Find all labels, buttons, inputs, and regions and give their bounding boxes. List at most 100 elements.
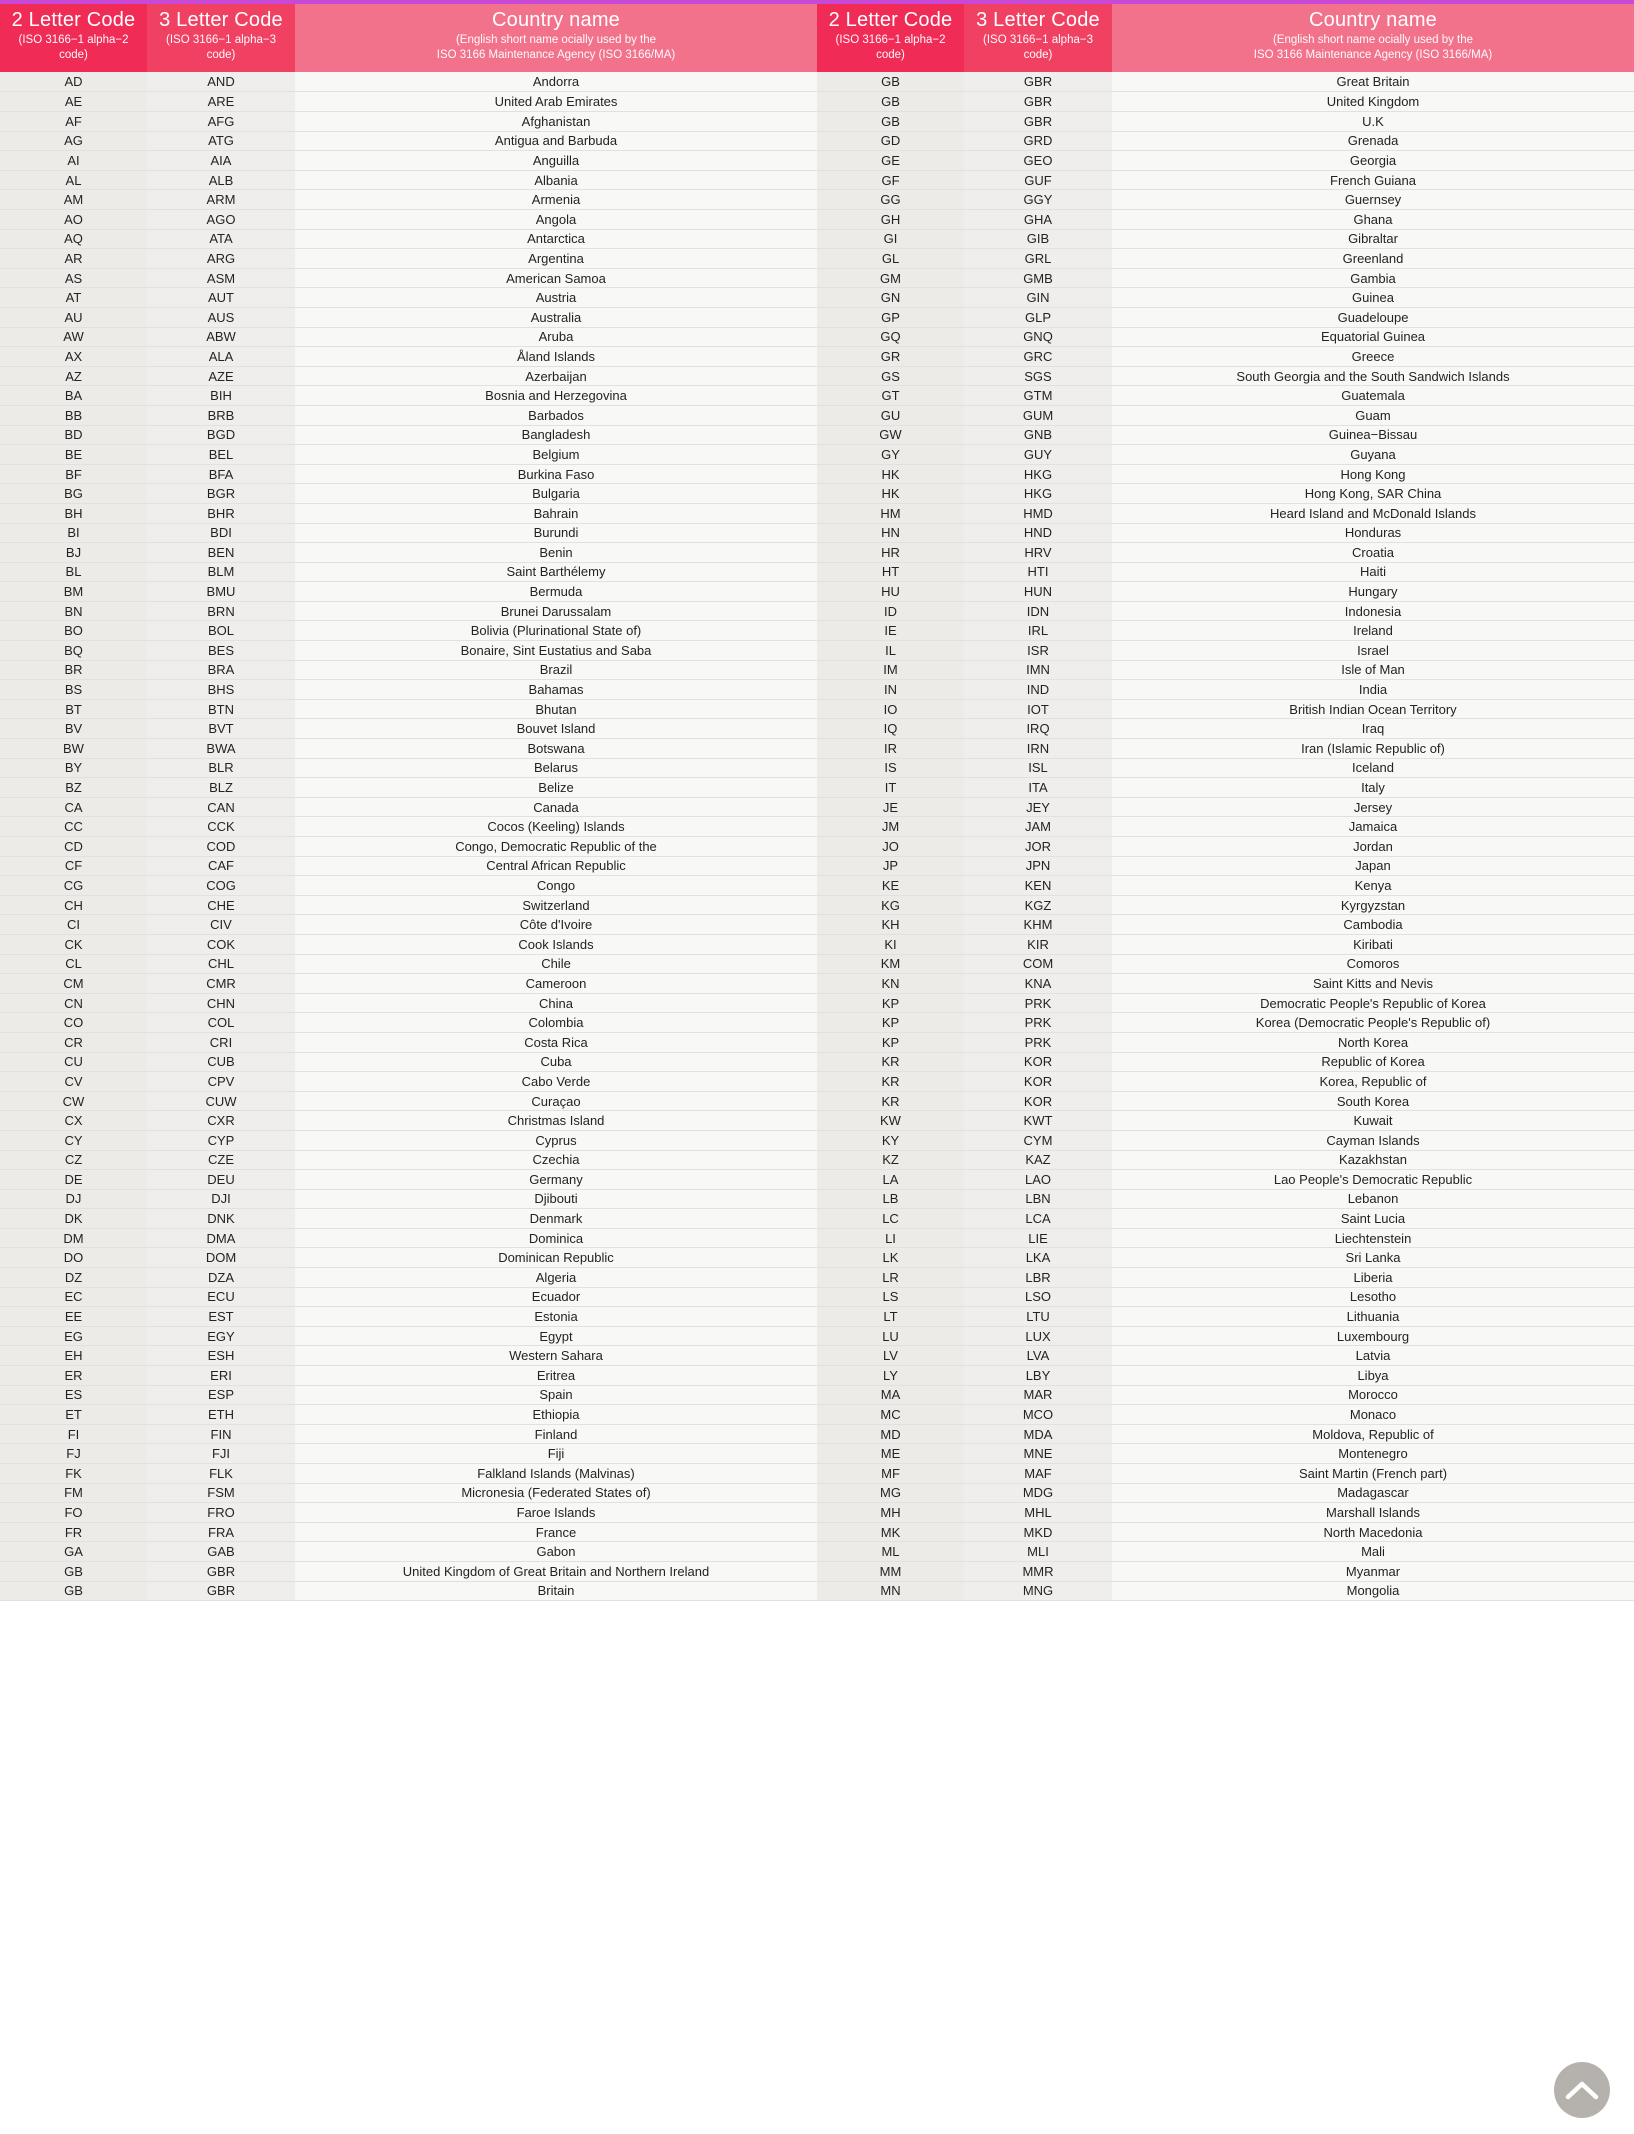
- cell-country-name: Bangladesh: [295, 425, 817, 446]
- cell-2-letter-code: FR: [0, 1522, 147, 1543]
- cell-3-letter-code: BGD: [147, 425, 295, 446]
- cell-2-letter-code: CW: [0, 1091, 147, 1112]
- cell-country-name: North Korea: [1112, 1032, 1634, 1053]
- cell-country-name: Western Sahara: [295, 1345, 817, 1367]
- table-row: LT LTU Lithuania: [817, 1306, 1634, 1327]
- cell-country-name: Aruba: [295, 327, 817, 348]
- header-3-letter-subtitle: (ISO 3166−1 alpha−3 code): [983, 34, 1093, 62]
- header-country-name: Country name (English short name ocially…: [1112, 4, 1634, 73]
- cell-2-letter-code: KN: [817, 973, 964, 994]
- cell-2-letter-code: MF: [817, 1463, 964, 1484]
- cell-country-name: Georgia: [1112, 150, 1634, 171]
- table-row: CH CHE Switzerland: [0, 895, 817, 916]
- cell-country-name: Benin: [295, 542, 817, 563]
- header-country-subtitle-line2: ISO 3166 Maintenance Agency (ISO 3166/MA…: [1253, 49, 1493, 62]
- cell-2-letter-code: BD: [0, 425, 147, 446]
- cell-2-letter-code: BN: [0, 601, 147, 622]
- table-row: GG GGY Guernsey: [817, 189, 1634, 210]
- cell-3-letter-code: GUM: [964, 405, 1112, 426]
- cell-3-letter-code: GRD: [964, 131, 1112, 152]
- cell-2-letter-code: HR: [817, 542, 964, 563]
- cell-2-letter-code: JP: [817, 856, 964, 877]
- header-country-title: Country name: [491, 9, 620, 31]
- cell-country-name: Belgium: [295, 444, 817, 465]
- cell-country-name: Saint Lucia: [1112, 1208, 1634, 1229]
- cell-country-name: Iraq: [1112, 718, 1634, 740]
- cell-2-letter-code: GS: [817, 366, 964, 387]
- cell-3-letter-code: KOR: [964, 1071, 1112, 1092]
- cell-country-name: Iran (Islamic Republic of): [1112, 738, 1634, 759]
- table-row: IL ISR Israel: [817, 640, 1634, 661]
- table-row: BW BWA Botswana: [0, 738, 817, 759]
- table-row: GB GBR United Kingdom: [817, 91, 1634, 113]
- table-row: FJ FJI Fiji: [0, 1443, 817, 1464]
- cell-country-name: Kazakhstan: [1112, 1150, 1634, 1171]
- cell-2-letter-code: AE: [0, 91, 147, 113]
- cell-country-name: Belize: [295, 777, 817, 798]
- table-row: DZ DZA Algeria: [0, 1267, 817, 1288]
- cell-3-letter-code: KHM: [964, 914, 1112, 935]
- table-row: HK HKG Hong Kong, SAR China: [817, 483, 1634, 504]
- cell-country-name: Cambodia: [1112, 914, 1634, 935]
- table-row: LC LCA Saint Lucia: [817, 1208, 1634, 1229]
- cell-2-letter-code: LK: [817, 1247, 964, 1269]
- cell-3-letter-code: AUT: [147, 287, 295, 308]
- table-row: LB LBN Lebanon: [817, 1189, 1634, 1210]
- cell-3-letter-code: FRO: [147, 1502, 295, 1523]
- cell-2-letter-code: KE: [817, 875, 964, 896]
- table-row: BG BGR Bulgaria: [0, 483, 817, 504]
- cell-3-letter-code: PRK: [964, 1012, 1112, 1033]
- table-row: GS SGS South Georgia and the South Sandwic…: [817, 366, 1634, 387]
- cell-2-letter-code: KP: [817, 1012, 964, 1033]
- table-row: IT ITA Italy: [817, 777, 1634, 798]
- table-row: KR KOR Republic of Korea: [817, 1052, 1634, 1073]
- cell-3-letter-code: MKD: [964, 1522, 1112, 1543]
- cell-3-letter-code: LCA: [964, 1208, 1112, 1229]
- cell-2-letter-code: BE: [0, 444, 147, 465]
- table-row: BO BOL Bolivia (Plurinational State of): [0, 620, 817, 642]
- cell-country-name: Congo, Democratic Republic of the: [295, 836, 817, 857]
- cell-country-name: Marshall Islands: [1112, 1502, 1634, 1523]
- cell-country-name: Guinea−Bissau: [1112, 425, 1634, 446]
- cell-country-name: Germany: [295, 1169, 817, 1190]
- table-row: CW CUW Curaçao: [0, 1091, 817, 1112]
- cell-3-letter-code: BEN: [147, 542, 295, 563]
- scroll-to-top-button[interactable]: [1554, 2062, 1610, 2118]
- cell-country-name: Bahamas: [295, 679, 817, 700]
- cell-2-letter-code: MN: [817, 1581, 964, 1602]
- cell-2-letter-code: GR: [817, 346, 964, 367]
- cell-3-letter-code: MLI: [964, 1541, 1112, 1562]
- table-row: KE KEN Kenya: [817, 875, 1634, 896]
- header-3-letter-title: 3 Letter Code: [976, 9, 1100, 31]
- table-row: AG ATG Antigua and Barbuda: [0, 131, 817, 152]
- cell-2-letter-code: HK: [817, 483, 964, 504]
- cell-3-letter-code: MDG: [964, 1483, 1112, 1504]
- cell-2-letter-code: LA: [817, 1169, 964, 1190]
- cell-3-letter-code: GGY: [964, 189, 1112, 210]
- cell-2-letter-code: AR: [0, 248, 147, 269]
- cell-2-letter-code: MG: [817, 1483, 964, 1504]
- cell-2-letter-code: IM: [817, 660, 964, 681]
- cell-3-letter-code: PRK: [964, 993, 1112, 1014]
- header-2-letter-title: 2 Letter Code: [11, 9, 136, 31]
- cell-3-letter-code: BHR: [147, 503, 295, 524]
- cell-2-letter-code: AT: [0, 287, 147, 308]
- cell-2-letter-code: ID: [817, 601, 964, 622]
- cell-2-letter-code: IN: [817, 679, 964, 700]
- cell-3-letter-code: ERI: [147, 1365, 295, 1386]
- table-row: BV BVT Bouvet Island: [0, 718, 817, 740]
- cell-country-name: Iceland: [1112, 758, 1634, 779]
- cell-country-name: Guyana: [1112, 444, 1634, 465]
- cell-2-letter-code: AG: [0, 131, 147, 152]
- table-row: AR ARG Argentina: [0, 248, 817, 269]
- table-row: GU GUM Guam: [817, 405, 1634, 426]
- cell-3-letter-code: HKG: [964, 464, 1112, 485]
- table-row: BN BRN Brunei Darussalam: [0, 601, 817, 622]
- cell-country-name: Madagascar: [1112, 1483, 1634, 1504]
- cell-2-letter-code: BT: [0, 699, 147, 720]
- table-body-left: AD AND Andorra AE ARE United Arab Emirates AF A…: [0, 72, 817, 1602]
- cell-2-letter-code: AU: [0, 307, 147, 328]
- cell-country-name: Kiribati: [1112, 934, 1634, 955]
- cell-2-letter-code: MD: [817, 1424, 964, 1445]
- cell-3-letter-code: HTI: [964, 562, 1112, 583]
